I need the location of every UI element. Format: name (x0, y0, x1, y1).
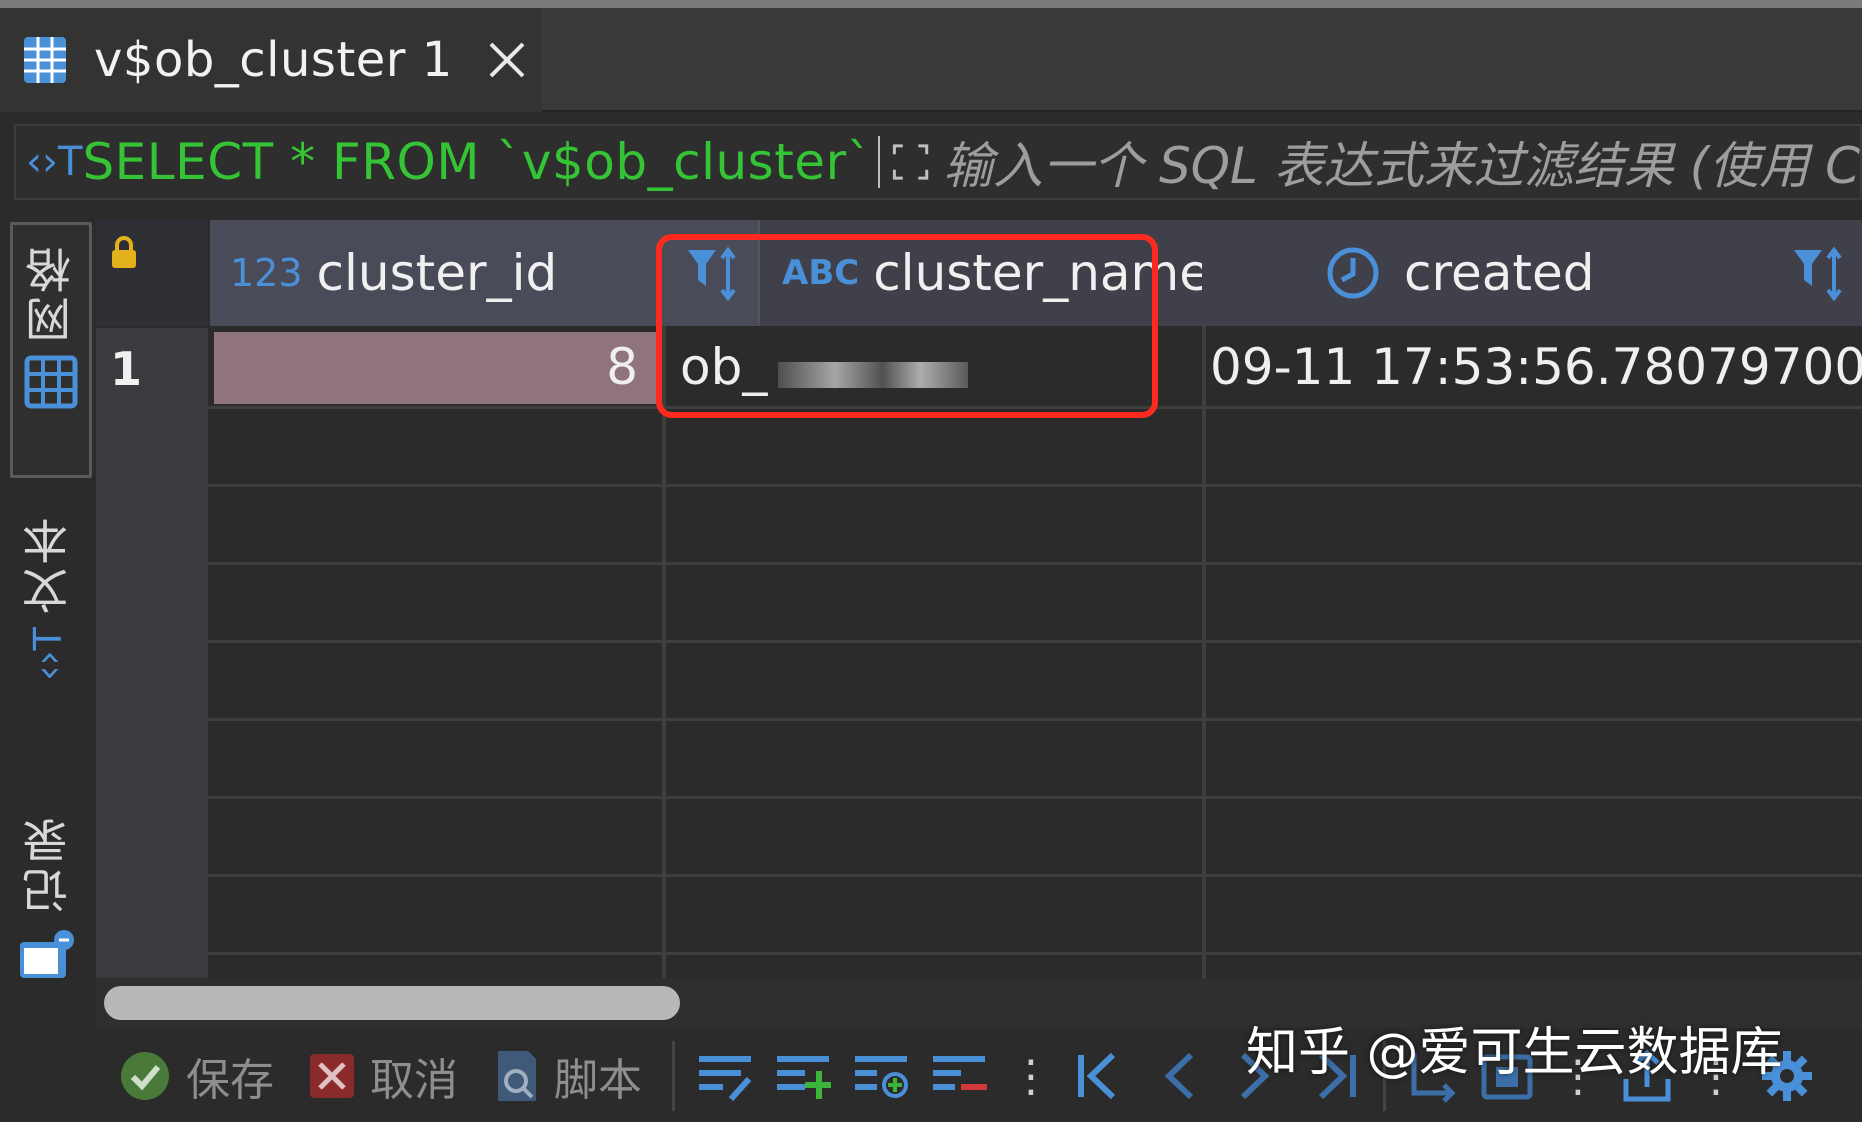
lock-icon (112, 236, 136, 268)
row-number (96, 876, 208, 957)
table-cell-cluster-id[interactable]: 8 (214, 332, 658, 404)
column-name: created (1404, 244, 1595, 302)
script-label: 脚本 (554, 1055, 642, 1106)
cancel-label: 取消 (370, 1055, 458, 1106)
sql-query-text[interactable]: SELECT * FROM `v$ob_cluster` (82, 133, 872, 191)
row-number (96, 798, 208, 879)
close-icon[interactable] (487, 40, 527, 80)
row-divider (208, 874, 1862, 877)
filter-bar: ‹›T SELECT * FROM `v$ob_cluster` 输入一个 SQ… (14, 124, 1862, 200)
column-name: cluster_id (316, 244, 558, 302)
grid-corner (96, 220, 208, 326)
text-cursor (878, 136, 880, 188)
tab-title: v$ob_cluster 1 (94, 32, 453, 88)
sql-editor-icon[interactable]: ‹›T (26, 139, 82, 185)
script-icon (498, 1051, 536, 1101)
side-tab-text[interactable]: 文本 ‹›T (10, 514, 86, 734)
grid-icon (24, 355, 78, 409)
watermark-text: 知乎 @爱可生云数据库 (1246, 1023, 1783, 1083)
tab-v-ob-cluster[interactable]: v$ob_cluster 1 (0, 8, 542, 112)
clock-icon (1327, 247, 1379, 299)
horizontal-scrollbar[interactable] (104, 986, 680, 1020)
cell-value: 8 (606, 338, 638, 396)
row-divider (208, 562, 1862, 565)
edit-rows-icon[interactable] (697, 1049, 753, 1103)
side-tab-text-label: 文本 (21, 514, 75, 614)
row-divider (208, 484, 1862, 487)
row-number (96, 564, 208, 645)
table-cell-created[interactable]: 09-11 17:53:56.780797000 (1206, 332, 1862, 404)
save-label: 保存 (186, 1055, 274, 1106)
delete-row-icon[interactable] (931, 1049, 987, 1103)
save-button[interactable]: 保存 (118, 1044, 274, 1108)
row-divider (208, 796, 1862, 799)
window-top-border (0, 0, 1862, 8)
side-tab-record[interactable]: 记录 (10, 814, 86, 1044)
row-number (96, 642, 208, 723)
more-icon[interactable]: ⋮ (1009, 1051, 1053, 1102)
expand-icon[interactable] (892, 131, 929, 193)
row-number (96, 408, 208, 489)
toolbar-separator (672, 1041, 675, 1111)
side-tab-grid[interactable]: 网格 (10, 222, 92, 478)
filter-sort-icon[interactable] (1790, 246, 1846, 302)
filter-input[interactable]: 输入一个 SQL 表达式来过滤结果 (使用 C (943, 126, 1860, 198)
side-view-tabs: 网格 文本 ‹›T 记录 (0, 214, 94, 1044)
row-divider (208, 952, 1862, 955)
column-divider (1202, 326, 1206, 986)
column-header-created[interactable]: created (1202, 220, 1862, 326)
table-icon (24, 37, 66, 83)
copy-row-icon[interactable] (853, 1049, 909, 1103)
numeric-type-icon: 123 (230, 251, 303, 295)
row-divider (208, 640, 1862, 643)
row-number[interactable]: 1 (96, 328, 208, 411)
check-icon (121, 1052, 169, 1100)
side-tab-grid-label: 网格 (24, 243, 78, 343)
row-number-text: 1 (110, 342, 143, 396)
script-button[interactable]: 脚本 (492, 1044, 642, 1108)
previous-page-icon[interactable] (1161, 1049, 1197, 1103)
cell-value: 09-11 17:53:56.780797000 (1210, 338, 1862, 396)
row-number (96, 720, 208, 801)
cancel-button[interactable]: 取消 (308, 1044, 458, 1108)
record-icon (20, 930, 74, 978)
row-divider (208, 718, 1862, 721)
cancel-icon (310, 1054, 354, 1098)
annotation-highlight-box (656, 234, 1158, 418)
row-number (96, 486, 208, 567)
add-row-icon[interactable] (775, 1049, 831, 1103)
text-icon: ‹›T (25, 627, 70, 681)
side-tab-record-label: 记录 (21, 814, 75, 914)
column-divider (662, 326, 666, 986)
first-page-icon[interactable] (1075, 1049, 1121, 1103)
